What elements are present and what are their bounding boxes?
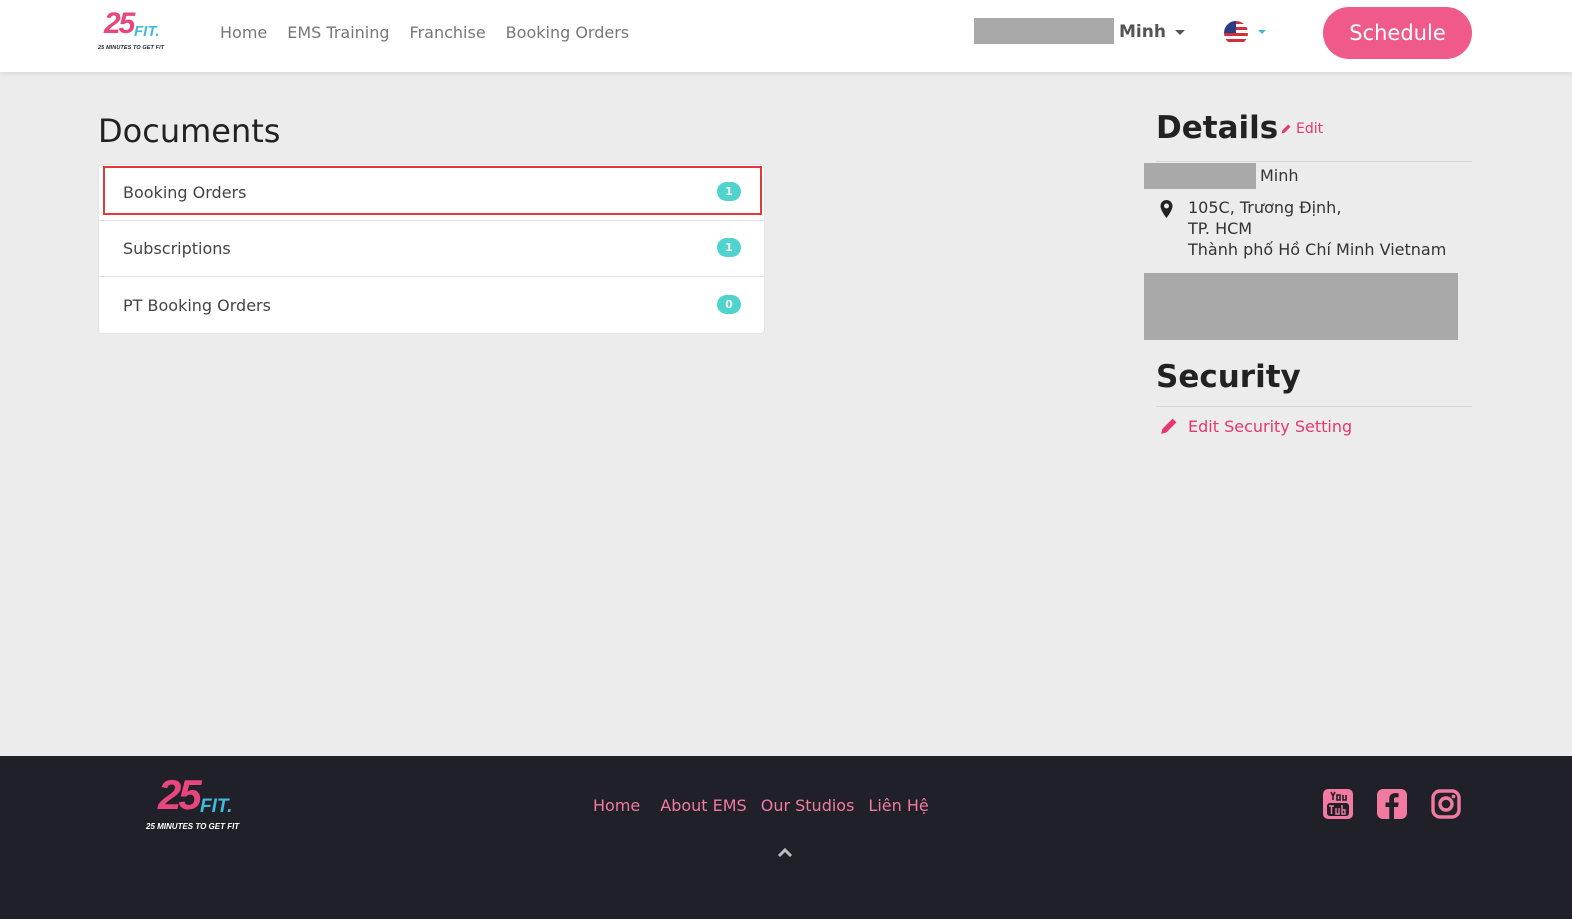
logo-fit: FIT. bbox=[134, 23, 160, 40]
footer-link-our-studios[interactable]: Our Studios bbox=[761, 795, 855, 817]
count-badge: 1 bbox=[717, 238, 741, 257]
chevron-up-icon[interactable] bbox=[777, 846, 793, 858]
footer-logo-number: 25 bbox=[158, 771, 202, 818]
pencil-icon bbox=[1161, 418, 1177, 434]
youtube-icon[interactable] bbox=[1322, 788, 1354, 820]
security-divider bbox=[1156, 406, 1472, 407]
address-line-1: 105C, Trương Định, bbox=[1188, 198, 1342, 217]
footer-link-home[interactable]: Home bbox=[593, 795, 640, 817]
footer-link-about-ems[interactable]: About EMS bbox=[660, 795, 746, 817]
footer-logo-tagline: 25 MINUTES TO GET FIT bbox=[146, 822, 240, 831]
logo-number: 25 bbox=[104, 7, 135, 40]
contact-info-redacted bbox=[1144, 273, 1458, 340]
footer-logo-fit: FIT. bbox=[200, 796, 233, 817]
schedule-button[interactable]: Schedule bbox=[1323, 7, 1472, 59]
address-line-2: TP. HCM bbox=[1188, 219, 1253, 238]
top-navbar: 25 FIT. 25 MINUTES TO GET FIT Home EMS T… bbox=[0, 0, 1572, 72]
language-caret-icon[interactable] bbox=[1258, 30, 1266, 34]
footer: 25 FIT. 25 MINUTES TO GET FIT Home About… bbox=[0, 756, 1572, 919]
nav-booking-orders[interactable]: Booking Orders bbox=[506, 22, 629, 44]
footer-nav: Home About EMS Our Studios Liên Hệ bbox=[593, 795, 929, 817]
detail-name: Minh bbox=[1260, 166, 1299, 185]
nav-home[interactable]: Home bbox=[220, 22, 267, 44]
details-edit-label: Edit bbox=[1296, 121, 1324, 137]
document-item-subscriptions[interactable]: Subscriptions 1 bbox=[99, 221, 764, 277]
brand-logo[interactable]: 25 FIT. 25 MINUTES TO GET FIT bbox=[96, 7, 176, 55]
footer-link-contact[interactable]: Liên Hệ bbox=[868, 795, 928, 817]
nav-ems-training[interactable]: EMS Training bbox=[287, 22, 389, 44]
count-badge: 0 bbox=[717, 295, 741, 314]
logo-tagline: 25 MINUTES TO GET FIT bbox=[98, 45, 165, 51]
user-name-redacted bbox=[974, 18, 1114, 44]
name-redacted bbox=[1144, 163, 1256, 189]
document-item-pt-booking-orders[interactable]: PT Booking Orders 0 bbox=[99, 278, 764, 334]
count-badge: 1 bbox=[717, 182, 741, 201]
main-nav: Home EMS Training Franchise Booking Orde… bbox=[220, 22, 629, 44]
user-menu-name[interactable]: Minh bbox=[1119, 21, 1166, 43]
documents-title: Documents bbox=[98, 112, 281, 150]
documents-list: Booking Orders 1 Subscriptions 1 PT Book… bbox=[98, 164, 765, 334]
details-divider bbox=[1156, 161, 1472, 162]
address-line-3: Thành phố Hồ Chí Minh Vietnam bbox=[1188, 240, 1447, 259]
edit-security-setting-link[interactable]: Edit Security Setting bbox=[1188, 416, 1352, 438]
details-title: Details bbox=[1156, 110, 1279, 146]
user-caret-icon[interactable] bbox=[1175, 30, 1185, 35]
map-pin-icon bbox=[1160, 200, 1173, 218]
document-item-booking-orders[interactable]: Booking Orders 1 bbox=[99, 165, 764, 221]
footer-logo[interactable]: 25 FIT. 25 MINUTES TO GET FIT bbox=[146, 771, 256, 836]
details-edit-link[interactable]: Edit bbox=[1280, 120, 1323, 138]
document-item-label: Booking Orders bbox=[123, 183, 247, 202]
instagram-icon[interactable] bbox=[1430, 788, 1462, 820]
nav-franchise[interactable]: Franchise bbox=[410, 22, 486, 44]
document-item-label: PT Booking Orders bbox=[123, 296, 271, 315]
security-title: Security bbox=[1156, 359, 1301, 395]
facebook-icon[interactable] bbox=[1376, 788, 1408, 820]
document-item-label: Subscriptions bbox=[123, 239, 231, 258]
pencil-icon bbox=[1281, 124, 1291, 134]
us-flag-icon[interactable] bbox=[1224, 21, 1248, 45]
